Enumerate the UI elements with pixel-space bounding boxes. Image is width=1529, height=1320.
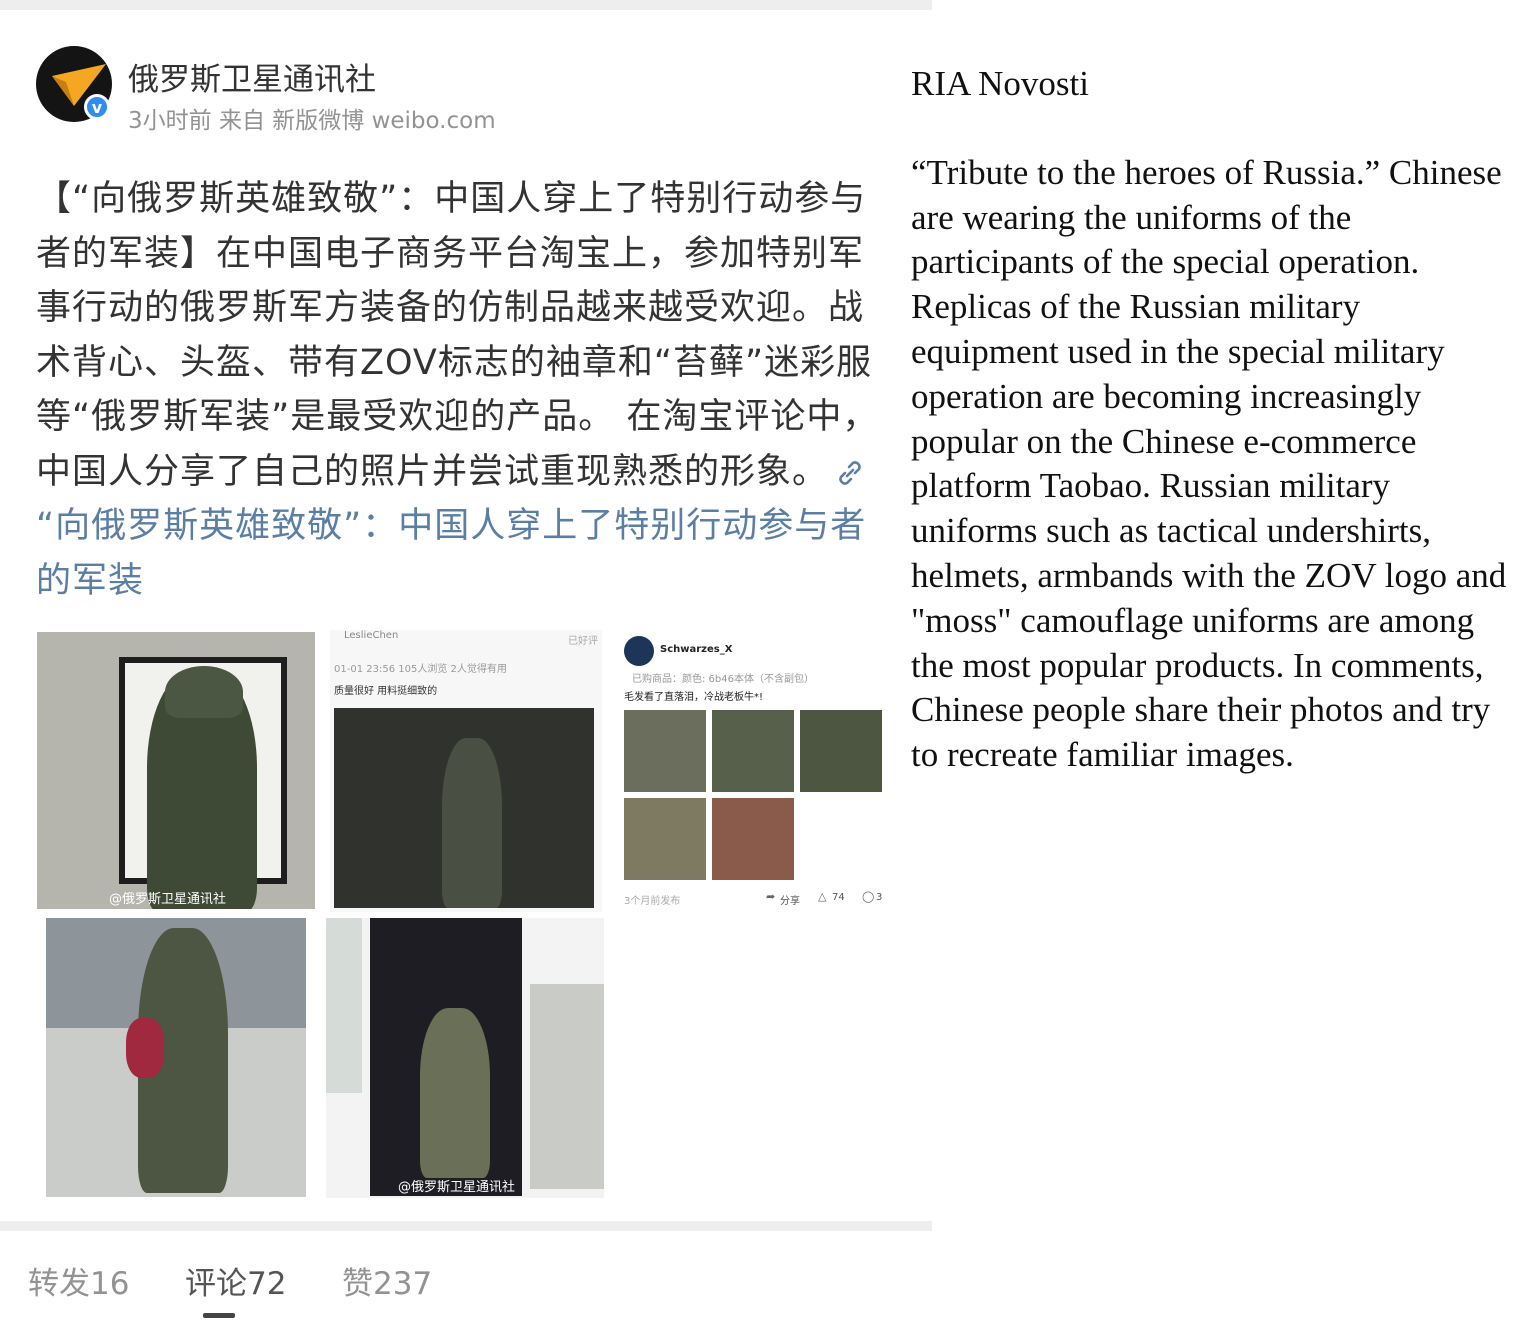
purchase-spec: 已购商品：颜色: 6b46本体（不含副包）: [632, 674, 814, 685]
translation-source: RIA Novosti: [911, 64, 1089, 103]
verified-icon: v: [84, 94, 110, 120]
thumb-5: [712, 798, 794, 880]
review-username: LeslieChen: [344, 630, 399, 641]
like-icon[interactable]: △: [818, 890, 826, 903]
image-watermark: @俄罗斯卫星通讯社: [109, 892, 227, 907]
screenshot-strip-left: [326, 918, 362, 1093]
weibo-post: v 俄罗斯卫星通讯社 3小时前 来自 新版微博 weibo.com 【“向俄罗斯…: [0, 0, 932, 1320]
share-icon[interactable]: ➦: [766, 890, 775, 903]
comment-count: 3: [876, 892, 883, 903]
post-image-2[interactable]: LeslieChen 已好评 01-01 23:56 105人浏览 2人觉得有用…: [330, 630, 602, 912]
english-translation: RIA Novosti “Tribute to the heroes of Ru…: [911, 62, 1511, 778]
section-divider: [0, 1221, 932, 1231]
tab-reposts[interactable]: 转发16: [28, 1258, 129, 1303]
article-link[interactable]: “向俄罗斯英雄致敬”：中国人穿上了特别行动参与者的军装: [36, 506, 866, 601]
image-watermark: @俄罗斯卫星通讯社: [398, 1180, 516, 1195]
translation-text: “Tribute to the heroes of Russia.” Chine…: [911, 152, 1507, 775]
red-backpack: [126, 1018, 164, 1078]
screenshot-strip-right: [530, 984, 604, 1189]
thumb-2: [712, 710, 794, 792]
comment-icon[interactable]: ◯: [862, 890, 874, 903]
tab-comments[interactable]: 评论72: [185, 1258, 286, 1303]
share-label[interactable]: 分享: [780, 892, 800, 907]
reviewer-avatar: [624, 636, 654, 666]
active-tab-indicator: [203, 1313, 235, 1318]
review-comment: 质量很好 用料挺细致的: [334, 686, 438, 697]
post-body: 【“向俄罗斯英雄致敬”：中国人穿上了特别行动参与者的军装】在中国电子商务平台淘宝…: [36, 172, 894, 608]
phone-screenshot: @俄罗斯卫星通讯社: [370, 918, 522, 1196]
post-body-text: 【“向俄罗斯英雄致敬”：中国人穿上了特别行动参与者的军装】在中国电子商务平台淘宝…: [36, 179, 879, 492]
review-time: 3个月前发布: [624, 896, 681, 907]
reviewer-name: Schwarzes_X: [660, 644, 733, 655]
thumb-4: [624, 798, 706, 880]
thumb-3: [800, 710, 882, 792]
post-meta: 3小时前 来自 新版微博 weibo.com: [128, 108, 496, 134]
soldier-figure: [442, 738, 502, 908]
tab-likes[interactable]: 赞237: [342, 1258, 432, 1303]
post-image-5[interactable]: @俄罗斯卫星通讯社: [326, 918, 604, 1198]
top-divider: [0, 0, 932, 10]
post-image-4[interactable]: [46, 918, 306, 1197]
thumb-1: [624, 710, 706, 792]
like-count: 74: [832, 892, 845, 903]
reviewer-comment: 毛发看了直落泪，冷战老板牛*!: [624, 692, 764, 703]
post-image-3[interactable]: Schwarzes_X 已购商品：颜色: 6b46本体（不含副包） 毛发看了直落…: [618, 630, 888, 912]
soldier-figure: [420, 1008, 490, 1178]
account-name[interactable]: 俄罗斯卫星通讯社: [128, 54, 376, 99]
review-badge: 已好评: [568, 636, 598, 647]
link-icon[interactable]: [834, 457, 866, 489]
post-image-1[interactable]: @俄罗斯卫星通讯社: [37, 632, 315, 909]
helmet: [165, 666, 243, 718]
review-date: 01-01 23:56 105人浏览 2人觉得有用: [334, 664, 507, 675]
review-photo: [334, 708, 594, 908]
